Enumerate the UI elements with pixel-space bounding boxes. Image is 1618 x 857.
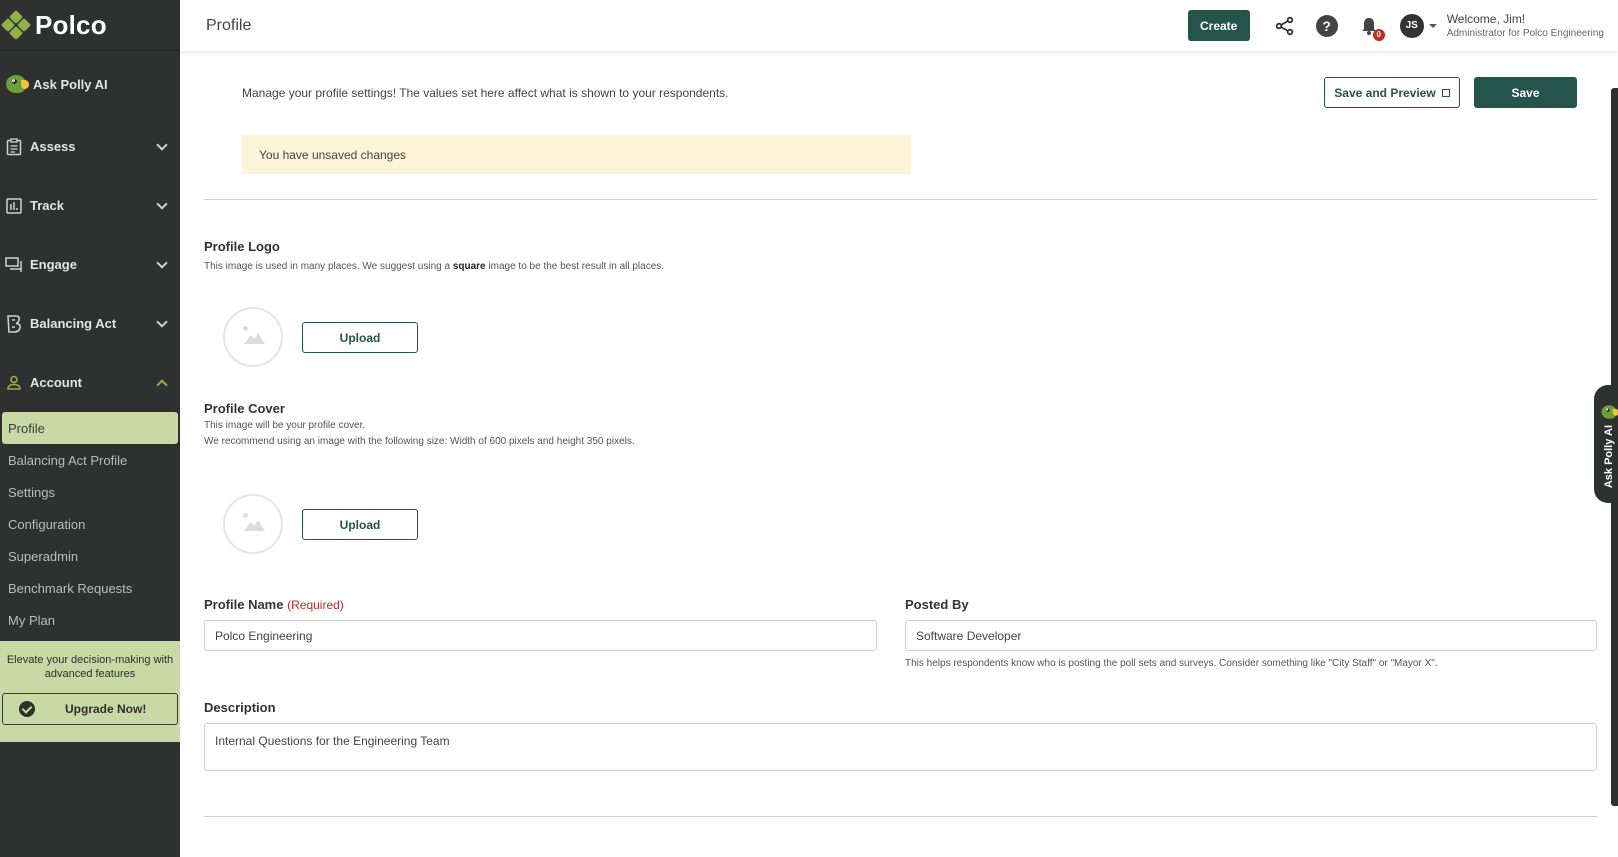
upgrade-button-label: Upgrade Now! xyxy=(65,702,147,716)
chevron-down-icon xyxy=(156,315,168,328)
posted-by-help: This helps respondents know who is posti… xyxy=(905,658,1438,669)
balancing-act-b-icon xyxy=(5,314,23,333)
posted-by-label: Posted By xyxy=(905,597,969,612)
required-indicator: (Required) xyxy=(287,598,344,612)
unsaved-changes-alert: You have unsaved changes xyxy=(242,135,911,174)
user-welcome: Welcome, Jim! Administrator for Polco En… xyxy=(1447,12,1604,39)
label-text: Profile Name xyxy=(204,597,284,612)
user-role-text: Administrator for Polco Engineering xyxy=(1446,28,1604,39)
sidebar-group-label: Account xyxy=(30,375,82,390)
polco-logo-icon xyxy=(0,9,32,41)
top-header: Profile Create ? 0 JS Welcome, Jim! Admi… xyxy=(180,0,1618,51)
upload-cover-button[interactable]: Upload xyxy=(302,509,418,540)
sidebar-item-superadmin[interactable]: Superadmin xyxy=(2,540,178,572)
parrot-icon xyxy=(6,75,29,93)
sidebar-group-assess[interactable]: Assess xyxy=(0,117,180,176)
section-divider xyxy=(204,199,1597,200)
sidebar-item-my-plan[interactable]: My Plan xyxy=(2,604,178,636)
sidebar-group-label: Assess xyxy=(30,139,76,154)
check-circle-icon xyxy=(19,701,35,717)
profile-name-label: Profile Name (Required) xyxy=(204,597,344,612)
description-label: Description xyxy=(204,700,276,715)
profile-name-input[interactable]: Polco Engineering xyxy=(204,620,877,651)
help-icon[interactable]: ? xyxy=(1315,14,1338,37)
description-textarea[interactable]: Internal Questions for the Engineering T… xyxy=(204,723,1597,771)
sidebar-item-configuration[interactable]: Configuration xyxy=(2,508,178,540)
upgrade-now-button[interactable]: Upgrade Now! xyxy=(2,693,178,725)
share-icon[interactable] xyxy=(1274,15,1296,37)
save-button[interactable]: Save xyxy=(1474,77,1577,108)
ask-polly-ai-side-tab[interactable]: Ask Polly AI xyxy=(1594,385,1618,503)
ask-polly-label: Ask Polly AI xyxy=(33,76,108,92)
logo-text: Polco xyxy=(35,9,107,40)
sidebar-group-label: Track xyxy=(30,198,64,213)
profile-cover-preview xyxy=(223,494,283,554)
image-placeholder-icon xyxy=(242,326,265,344)
hint-bold: square xyxy=(452,261,486,272)
account-submenu: Profile Balancing Act Profile Settings C… xyxy=(0,412,180,636)
sidebar-item-profile[interactable]: Profile xyxy=(2,412,178,444)
profile-cover-hint-2: We recommend using an image with the fol… xyxy=(204,436,635,447)
sidebar-group-label: Engage xyxy=(30,257,77,272)
parrot-icon xyxy=(1601,405,1618,419)
notifications-bell-icon[interactable]: 0 xyxy=(1358,15,1385,41)
caret-down-icon[interactable] xyxy=(1428,23,1437,28)
welcome-text: Welcome, Jim! xyxy=(1446,12,1526,26)
profile-cover-hint-1: This image will be your profile cover. xyxy=(204,420,366,431)
upload-logo-button[interactable]: Upload xyxy=(302,322,418,353)
upgrade-text: Elevate your decision-making with advanc… xyxy=(6,654,174,680)
sidebar-item-balancing-act-profile[interactable]: Balancing Act Profile xyxy=(2,444,178,476)
chevron-up-icon xyxy=(156,378,168,391)
external-link-icon xyxy=(1441,88,1450,97)
create-button[interactable]: Create xyxy=(1187,10,1250,41)
logo[interactable]: Polco xyxy=(0,0,180,51)
bar-chart-icon xyxy=(5,197,23,215)
posted-by-input[interactable]: Software Developer xyxy=(905,620,1597,651)
sidebar-group-track[interactable]: Track xyxy=(0,176,180,235)
profile-settings-main: Manage your profile settings! The values… xyxy=(180,51,1618,857)
chevron-down-icon xyxy=(156,197,168,210)
profile-logo-hint: This image is used in many places. We su… xyxy=(204,259,664,274)
sidebar-group-account[interactable]: Account xyxy=(0,353,180,412)
ask-polly-tab-label: Ask Polly AI xyxy=(1603,425,1615,489)
sidebar: Polco Ask Polly AI Assess Track Engage B… xyxy=(0,0,180,857)
person-icon xyxy=(5,374,23,392)
hint-text: image to be the best result in all place… xyxy=(485,261,665,272)
notification-count-badge: 0 xyxy=(1372,28,1385,41)
profile-logo-title: Profile Logo xyxy=(204,239,280,254)
sidebar-item-benchmark-requests[interactable]: Benchmark Requests xyxy=(2,572,178,604)
profile-cover-title: Profile Cover xyxy=(204,401,285,416)
save-and-preview-label: Save and Preview xyxy=(1334,85,1436,100)
save-and-preview-button[interactable]: Save and Preview xyxy=(1324,77,1460,108)
upgrade-panel: Elevate your decision-making with advanc… xyxy=(0,641,180,742)
chevron-down-icon xyxy=(156,138,168,151)
hint-text: This image is used in many places. We su… xyxy=(204,261,453,272)
app-root: Polco Ask Polly AI Assess Track Engage B… xyxy=(0,0,1618,857)
section-divider xyxy=(204,816,1597,817)
sidebar-group-label: Balancing Act xyxy=(30,316,117,331)
clipboard-icon xyxy=(5,137,23,156)
chat-bubbles-icon xyxy=(5,256,23,274)
intro-text: Manage your profile settings! The values… xyxy=(242,86,729,100)
user-avatar[interactable]: JS xyxy=(1399,13,1424,38)
chevron-down-icon xyxy=(156,256,168,269)
ask-polly-ai-link[interactable]: Ask Polly AI xyxy=(0,51,180,117)
page-title: Profile xyxy=(206,16,252,34)
sidebar-group-balancing-act[interactable]: Balancing Act xyxy=(0,294,180,353)
sidebar-item-settings[interactable]: Settings xyxy=(2,476,178,508)
profile-logo-preview xyxy=(223,307,283,367)
image-placeholder-icon xyxy=(242,513,265,531)
sidebar-group-engage[interactable]: Engage xyxy=(0,235,180,294)
